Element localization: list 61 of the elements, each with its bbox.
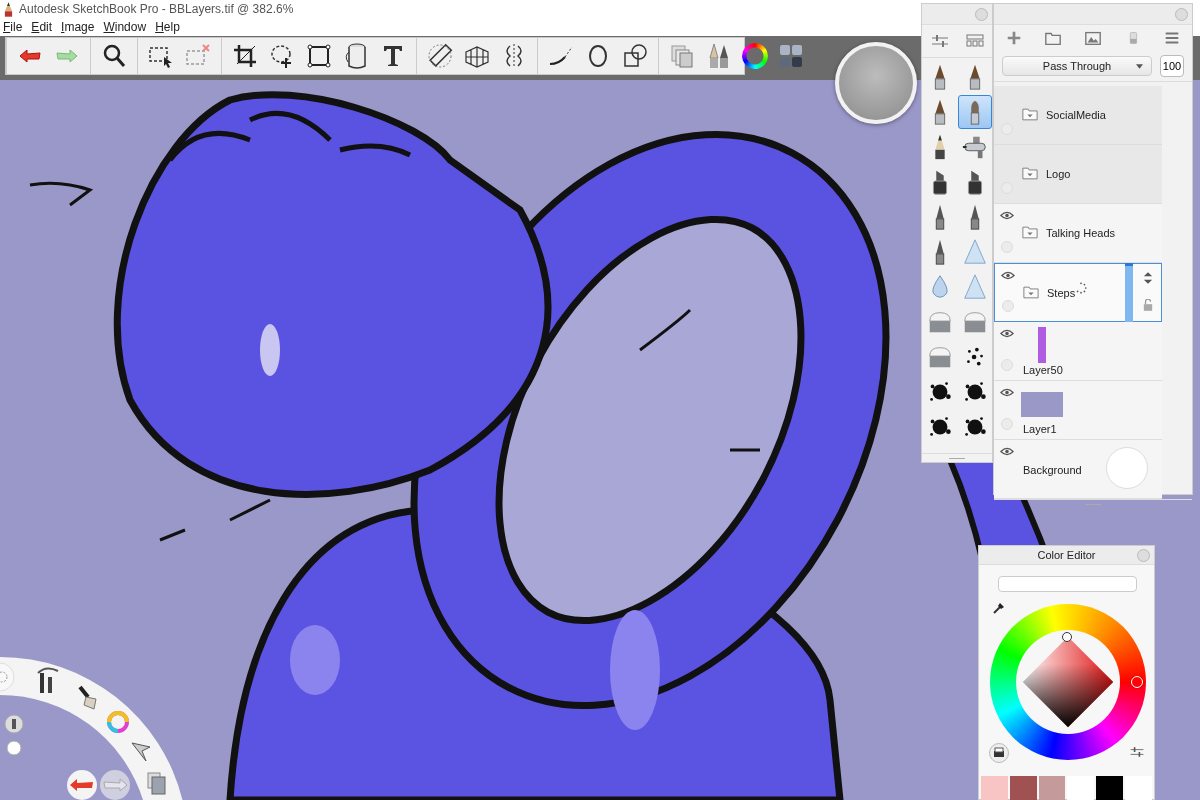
blend-mode-dropdown[interactable]: Pass Through xyxy=(1002,56,1152,76)
image-icon[interactable] xyxy=(1084,29,1102,47)
layers-icon[interactable] xyxy=(147,772,166,795)
folder-icon xyxy=(1022,108,1038,121)
color-wheel-icon[interactable] xyxy=(107,711,129,733)
folder-icon xyxy=(1022,167,1038,180)
caret-icon xyxy=(1136,64,1143,69)
eyedropper-icon[interactable] xyxy=(992,601,1006,615)
color-swatch[interactable] xyxy=(981,776,1008,800)
sliders-icon[interactable] xyxy=(1129,744,1145,760)
shapes-icon[interactable] xyxy=(621,42,649,70)
layer-name: Talking Heads xyxy=(1046,226,1116,239)
layer-name: SocialMedia xyxy=(1046,108,1106,121)
eye-icon[interactable] xyxy=(1000,329,1014,338)
transform-icon[interactable] xyxy=(305,42,333,70)
menu-item[interactable]: Window xyxy=(103,20,147,34)
printer-icon[interactable] xyxy=(989,743,1009,763)
eye-icon[interactable] xyxy=(1000,211,1014,220)
panel-title: Color Editor xyxy=(1037,549,1096,561)
layout-icon[interactable] xyxy=(777,42,805,70)
layer-row[interactable]: Steps xyxy=(994,263,1162,322)
hex-input-field[interactable] xyxy=(998,576,1137,592)
paintbrush-icon[interactable] xyxy=(78,685,97,710)
color-swatch[interactable] xyxy=(1125,776,1152,800)
brush-puck[interactable] xyxy=(4,714,24,734)
pencil-logo-icon xyxy=(4,1,13,17)
color-swatch[interactable] xyxy=(1067,776,1095,800)
layer-name: Steps xyxy=(1047,286,1076,299)
layer-row[interactable]: SocialMedia xyxy=(994,86,1162,145)
padlock-icon[interactable] xyxy=(1143,299,1153,311)
menu-item[interactable]: File xyxy=(3,20,23,34)
eye-icon[interactable] xyxy=(1000,447,1014,456)
radio-button[interactable] xyxy=(1002,300,1014,312)
crop-icon[interactable] xyxy=(231,42,259,70)
eye-icon[interactable] xyxy=(1000,388,1014,397)
layer-name: Layer1 xyxy=(1023,423,1057,435)
shade-handle[interactable] xyxy=(1062,632,1072,642)
tools-icon[interactable] xyxy=(37,667,59,693)
layer-name: Layer50 xyxy=(1023,364,1063,376)
color-wheel-icon[interactable] xyxy=(742,43,768,69)
color-puck[interactable] xyxy=(6,740,22,756)
undo-button[interactable] xyxy=(67,770,97,800)
menu-item[interactable]: Image xyxy=(61,20,95,34)
menu-item[interactable]: Edit xyxy=(31,20,53,34)
selection-bar xyxy=(1125,263,1133,322)
opacity-field[interactable]: 100 xyxy=(1160,55,1184,77)
pointer-icon[interactable] xyxy=(131,742,151,762)
color-swatch[interactable] xyxy=(1096,776,1124,800)
layer-row[interactable]: Logo xyxy=(994,145,1162,204)
color-swatch[interactable] xyxy=(1038,776,1066,800)
folder-icon xyxy=(1022,226,1038,239)
ruler-icon[interactable] xyxy=(426,42,454,70)
layer-name: Logo xyxy=(1046,167,1071,180)
window-title: Autodesk SketchBook Pro - BBLayers.tif @ 382.6% xyxy=(19,2,294,16)
move-arrows-icon[interactable] xyxy=(1143,272,1153,284)
folder-icon xyxy=(1023,286,1039,299)
menu-item[interactable]: Help xyxy=(155,20,180,34)
layer-name: Background xyxy=(1023,464,1082,476)
color-swatch[interactable] xyxy=(1009,776,1037,800)
eye-icon[interactable] xyxy=(1001,271,1015,280)
background-color-swatch[interactable] xyxy=(1106,447,1148,489)
